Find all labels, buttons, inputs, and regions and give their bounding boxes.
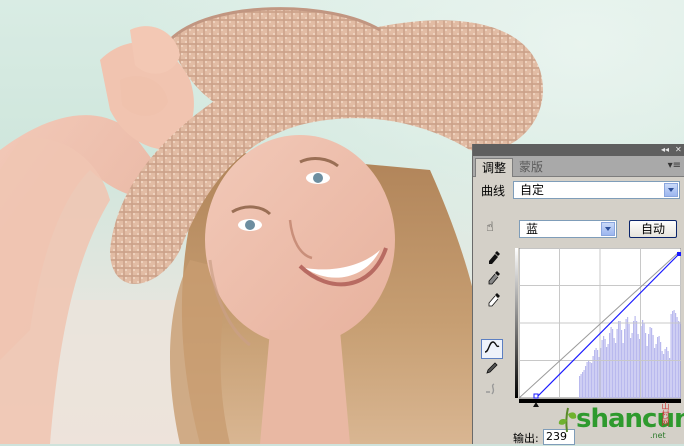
preset-value: 自定 (520, 183, 545, 197)
histogram-bar (613, 338, 615, 398)
histogram-bar (652, 335, 654, 398)
histogram-bar (657, 337, 659, 398)
curves-label: 曲线 (481, 184, 506, 198)
histogram-bar (651, 328, 653, 398)
panel-menu-icon[interactable]: ▾≡ (668, 160, 681, 171)
histogram-bar (633, 321, 635, 398)
histogram-bar (615, 343, 617, 398)
curve-point-tool-icon[interactable] (481, 339, 503, 359)
histogram-bar (658, 336, 660, 398)
white-eyedropper-icon[interactable] (483, 292, 505, 312)
histogram-bar (637, 334, 639, 398)
histogram-bar (583, 370, 585, 398)
histogram-bar (631, 333, 633, 398)
histogram-bar (627, 317, 629, 398)
histogram-bar (601, 340, 603, 398)
histogram-bar (585, 366, 587, 398)
histogram-bar (595, 348, 597, 398)
histogram-bar (649, 327, 651, 398)
histogram-bar (612, 329, 614, 398)
histogram-bar (654, 348, 656, 398)
histogram-bar (607, 344, 609, 398)
histogram-bar (610, 327, 612, 398)
histogram-bar (642, 320, 644, 398)
preset-select[interactable]: 自定 (513, 181, 680, 199)
site-watermark: shancun 山村网 .net (554, 398, 684, 444)
histogram-bar (660, 342, 662, 398)
channel-select[interactable]: 蓝 (519, 220, 617, 238)
histogram-bar (616, 329, 618, 398)
histogram-bar (622, 343, 624, 398)
histogram-bar (586, 362, 588, 398)
pencil-icon[interactable] (481, 361, 503, 381)
histogram-bar (624, 329, 626, 398)
histogram-bar (579, 376, 581, 398)
histogram-bar (645, 333, 647, 398)
histogram-bar (676, 317, 678, 398)
histogram-bar (594, 350, 596, 398)
histogram-bar (669, 358, 671, 398)
watermark-cn: 山村网 (661, 402, 670, 426)
histogram-bar (618, 321, 620, 398)
channel-value: 蓝 (526, 222, 539, 236)
histogram-bar (630, 338, 632, 398)
curve-point-top[interactable] (677, 252, 681, 256)
histogram-bar (588, 361, 590, 398)
chevron-down-icon[interactable] (601, 222, 615, 236)
curves-graph[interactable] (519, 248, 681, 408)
histogram-bar (672, 311, 674, 398)
histogram-bar (675, 313, 677, 398)
histogram-bar (582, 372, 584, 398)
histogram-bar (621, 330, 623, 398)
histogram-bar (667, 351, 669, 398)
panel-title-bar[interactable]: ◂◂ ✕ (473, 144, 684, 156)
histogram-bar (591, 363, 593, 398)
histogram-bar (648, 334, 650, 398)
histogram-bar (666, 347, 668, 398)
tab-adjustments[interactable]: 调整 (475, 158, 514, 177)
close-icon[interactable]: ✕ (675, 145, 682, 155)
collapse-icon[interactable]: ◂◂ (661, 145, 669, 155)
smooth-curve-icon[interactable] (481, 382, 503, 402)
histogram-bar (603, 336, 605, 398)
histogram-bar (646, 346, 648, 398)
black-eyedropper-icon[interactable] (483, 250, 505, 270)
auto-button[interactable]: 自动 (629, 220, 677, 238)
histogram-bar (636, 321, 638, 398)
histogram-bar (604, 339, 606, 398)
curve-point-bottom[interactable] (533, 393, 539, 399)
gray-eyedropper-icon[interactable] (483, 270, 505, 290)
leaf-logo (558, 407, 577, 433)
histogram-bar (670, 314, 672, 398)
histogram-bar (634, 316, 636, 398)
watermark-suffix: .net (650, 431, 666, 440)
targeted-adjustment-icon[interactable]: ☝ (479, 218, 501, 238)
histogram-bar (661, 351, 663, 398)
chevron-down-icon[interactable] (664, 183, 678, 197)
histogram-bar (580, 374, 582, 398)
histogram-bar (606, 347, 608, 398)
panel-tabs: 调整 蒙版 ▾≡ (473, 156, 684, 177)
histogram-bar (609, 333, 611, 398)
tab-masks[interactable]: 蒙版 (513, 158, 549, 176)
output-gradient-bar (515, 248, 518, 398)
histogram-bar (625, 319, 627, 398)
histogram-bar (655, 344, 657, 398)
histogram-bar (592, 356, 594, 398)
histogram-bar (589, 362, 591, 398)
histogram-bar (597, 350, 599, 398)
histogram-bar (619, 321, 621, 398)
histogram-bar (678, 321, 680, 398)
histogram-bar (664, 349, 666, 398)
